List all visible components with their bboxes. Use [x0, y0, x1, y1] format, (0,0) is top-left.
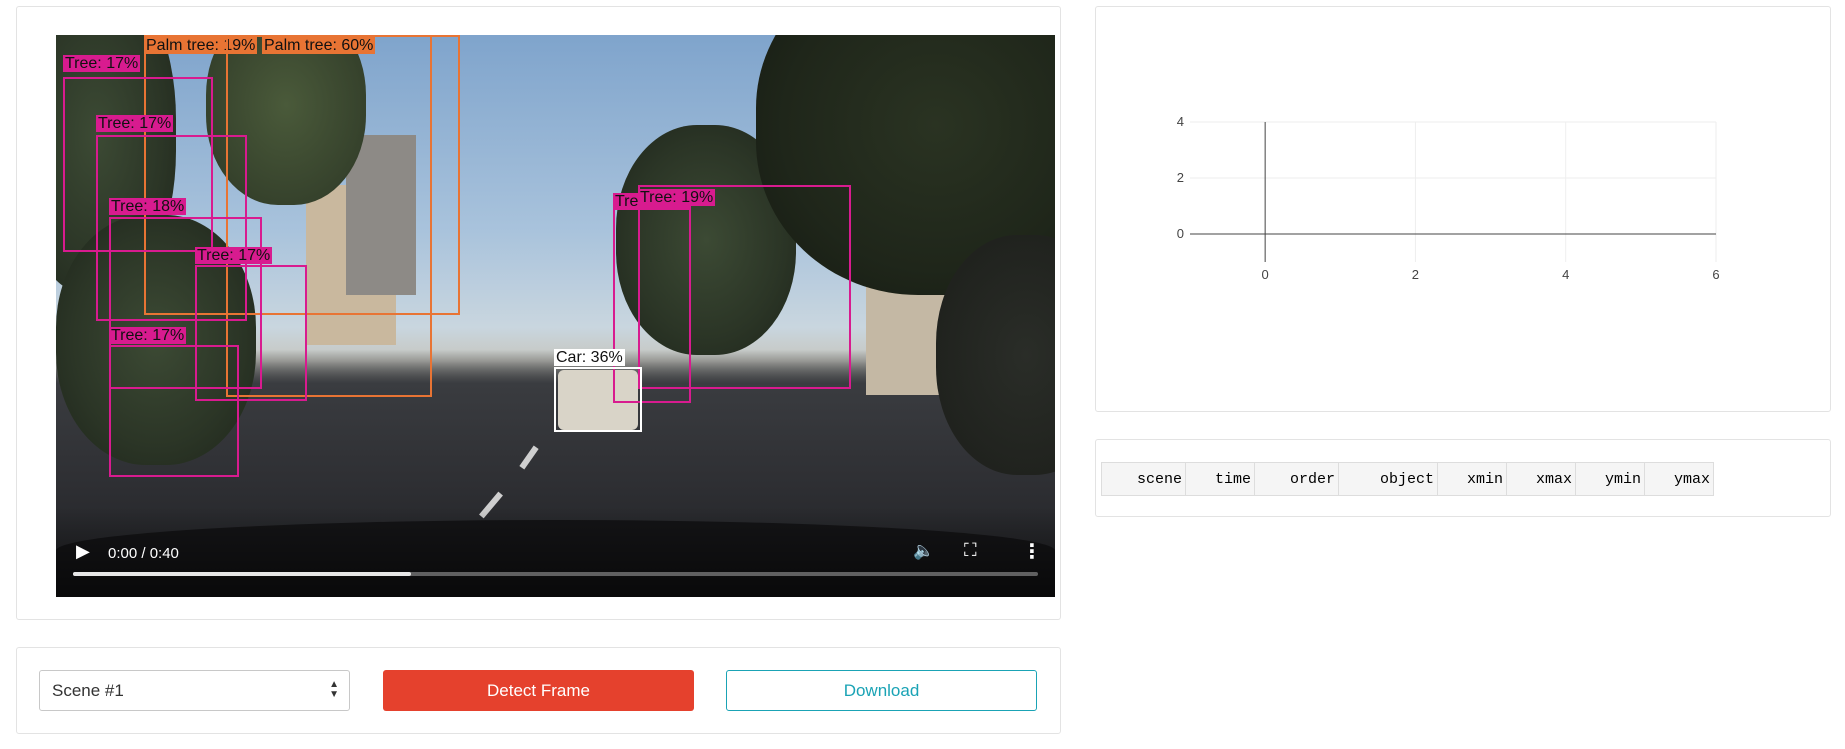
table-header-row: scene time order object xmin xmax ymin ymax	[1101, 462, 1714, 496]
column-header-object[interactable]: object	[1338, 462, 1438, 496]
column-header-order[interactable]: order	[1254, 462, 1339, 496]
x-tick-label: 6	[1712, 267, 1719, 282]
road-marking	[519, 445, 539, 470]
column-header-xmin[interactable]: xmin	[1437, 462, 1507, 496]
table-panel: scene time order object xmin xmax ymin ymax	[1095, 439, 1831, 517]
y-tick-label: 4	[1177, 114, 1184, 129]
y-tick-label: 2	[1177, 170, 1184, 185]
progress-fill	[73, 572, 411, 576]
y-tick-label: 0	[1177, 226, 1184, 241]
video-panel: Palm tree: 19% Palm tree: 60% Tree: 17% …	[16, 6, 1061, 620]
scene-select[interactable]: Scene #1 ▲ ▼	[39, 670, 350, 711]
detection-label: Tree: 19%	[638, 189, 716, 206]
time-display: 0:00 / 0:40	[108, 545, 179, 562]
column-header-xmax[interactable]: xmax	[1506, 462, 1576, 496]
detection-label: Tree: 17%	[109, 327, 187, 344]
column-header-scene[interactable]: scene	[1101, 462, 1186, 496]
mute-icon[interactable]: 🔈	[913, 541, 934, 561]
detection-box: Tree: 17%	[109, 327, 239, 477]
video-player[interactable]: Palm tree: 19% Palm tree: 60% Tree: 17% …	[56, 35, 1055, 597]
detection-label: Palm tree: 60%	[262, 37, 376, 54]
download-button[interactable]: Download	[726, 670, 1037, 711]
x-tick-label: 2	[1412, 267, 1419, 282]
more-options-icon[interactable]: ⋮	[1022, 539, 1042, 564]
fullscreen-icon[interactable]: ⛶	[964, 540, 977, 561]
detect-frame-button[interactable]: Detect Frame	[383, 670, 694, 711]
detection-chart[interactable]: 0 2 4 6 0 2 4	[1096, 7, 1830, 411]
detections-table: scene time order object xmin xmax ymin ymax	[1101, 462, 1714, 496]
play-icon[interactable]: ▶	[76, 541, 90, 562]
scene-select-value: Scene #1	[52, 681, 124, 700]
detection-label: Tree: 17%	[195, 247, 273, 264]
video-controls: ▶ 0:00 / 0:40 🔈 ⛶ ⋮	[56, 507, 1055, 597]
select-arrows-icon: ▲ ▼	[329, 679, 339, 700]
column-header-time[interactable]: time	[1185, 462, 1255, 496]
detection-label: Tree: 17%	[63, 55, 141, 72]
controls-panel: Scene #1 ▲ ▼ Detect Frame Download	[16, 647, 1061, 734]
x-tick-label: 4	[1562, 267, 1569, 282]
x-tick-label: 0	[1262, 267, 1269, 282]
column-header-ymin[interactable]: ymin	[1575, 462, 1645, 496]
detection-label: Tree: 17%	[96, 115, 174, 132]
detection-box: Car: 36%	[554, 349, 642, 432]
chart-panel: 0 2 4 6 0 2 4	[1095, 6, 1831, 412]
detection-label: Tree: 18%	[109, 198, 187, 215]
detection-label: Car: 36%	[554, 349, 625, 366]
column-header-ymax[interactable]: ymax	[1644, 462, 1714, 496]
progress-bar[interactable]	[73, 572, 1038, 576]
detection-box: Tree: 19%	[638, 185, 851, 389]
